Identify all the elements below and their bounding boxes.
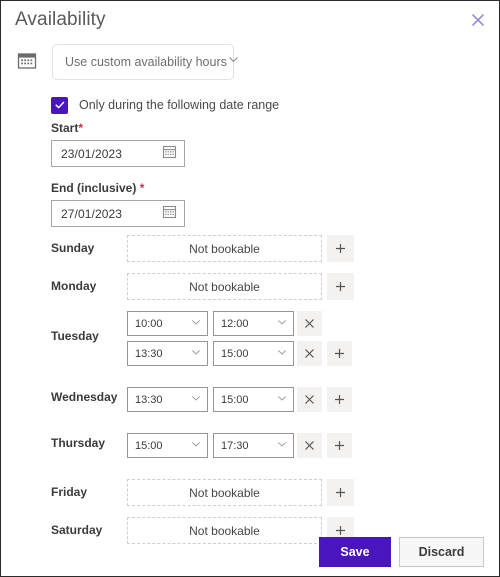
chevron-down-icon: [276, 437, 288, 455]
close-small-icon: [304, 318, 315, 329]
day-label-tuesday: Tuesday: [51, 329, 99, 343]
chevron-down-icon: [190, 437, 202, 455]
slot-start-time-select[interactable]: 15:00: [127, 433, 208, 458]
end-date-value: 27/01/2023: [61, 206, 123, 221]
plus-icon: [334, 486, 347, 499]
slot-start-time-value: 13:30: [135, 393, 163, 406]
day-row: Monday Not bookable: [1, 271, 499, 309]
availability-type-value: Use custom availability hours: [65, 55, 227, 69]
availability-type-row: Use custom availability hours: [1, 44, 499, 80]
plus-icon: [334, 280, 347, 293]
date-range-checkbox[interactable]: [51, 96, 68, 114]
day-row: Tuesday 10:00 12:00 13:30 15:00: [1, 309, 499, 377]
remove-time-slot-button[interactable]: [297, 387, 322, 412]
chevron-down-icon: [190, 345, 202, 363]
check-icon: [54, 101, 64, 109]
required-marker: *: [78, 121, 84, 135]
dialog-footer: Save Discard: [1, 529, 499, 576]
close-small-icon: [304, 394, 315, 405]
date-range-checkbox-label: Only during the following date range: [79, 98, 280, 112]
calendar-picker-icon[interactable]: [162, 144, 177, 164]
slot-start-time-value: 10:00: [135, 317, 163, 330]
not-bookable-placeholder: Not bookable: [127, 273, 322, 300]
start-date-input[interactable]: 23/01/2023: [51, 140, 185, 167]
availability-dialog: Availability Use custom availability hou…: [0, 0, 500, 577]
day-row: Wednesday 13:30 15:00: [1, 385, 499, 423]
slot-start-time-select[interactable]: 10:00: [127, 311, 208, 336]
slot-start-time-value: 15:00: [135, 439, 163, 452]
day-label-monday: Monday: [51, 279, 97, 293]
not-bookable-label: Not bookable: [189, 241, 260, 256]
calendar-icon: [16, 50, 38, 72]
day-label-sunday: Sunday: [51, 241, 95, 255]
day-row: Sunday Not bookable: [1, 233, 499, 271]
required-marker: *: [139, 181, 145, 195]
day-label-thursday: Thursday: [51, 436, 106, 450]
plus-icon: [334, 242, 347, 255]
slot-end-time-value: 17:30: [221, 439, 249, 452]
chevron-down-icon: [190, 315, 202, 333]
chevron-down-icon: [190, 391, 202, 409]
slot-start-time-value: 13:30: [135, 347, 163, 360]
slot-start-time-select[interactable]: 13:30: [127, 341, 208, 366]
add-time-slot-button[interactable]: [327, 479, 354, 506]
remove-time-slot-button[interactable]: [297, 433, 322, 458]
close-small-icon: [304, 440, 315, 451]
day-label-friday: Friday: [51, 485, 88, 499]
add-time-slot-button[interactable]: [327, 273, 354, 300]
start-date-value: 23/01/2023: [61, 146, 123, 161]
calendar-picker-icon[interactable]: [162, 204, 177, 224]
end-date-input[interactable]: 27/01/2023: [51, 200, 185, 227]
remove-time-slot-button[interactable]: [297, 341, 322, 366]
slot-start-time-select[interactable]: 13:30: [127, 387, 208, 412]
start-date-label: Start*: [51, 121, 84, 135]
day-label-wednesday: Wednesday: [51, 390, 118, 404]
add-time-slot-button[interactable]: [327, 433, 352, 458]
add-time-slot-button[interactable]: [327, 341, 352, 366]
close-small-icon: [304, 348, 315, 359]
chevron-down-icon: [276, 391, 288, 409]
slot-end-time-value: 12:00: [221, 317, 249, 330]
slot-end-time-select[interactable]: 12:00: [213, 311, 294, 336]
chevron-down-icon: [276, 315, 288, 333]
not-bookable-placeholder: Not bookable: [127, 479, 322, 506]
slot-end-time-select[interactable]: 15:00: [213, 387, 294, 412]
day-row: Thursday 15:00 17:30: [1, 431, 499, 469]
add-time-slot-button[interactable]: [327, 387, 352, 412]
availability-type-select[interactable]: Use custom availability hours: [52, 44, 238, 80]
not-bookable-placeholder: Not bookable: [127, 235, 322, 262]
chevron-down-icon: [227, 53, 240, 71]
plus-icon: [333, 393, 346, 406]
slot-end-time-select[interactable]: 15:00: [213, 341, 294, 366]
not-bookable-label: Not bookable: [189, 485, 260, 500]
not-bookable-label: Not bookable: [189, 279, 260, 294]
plus-icon: [333, 439, 346, 452]
discard-button[interactable]: Discard: [399, 537, 484, 567]
end-date-label: End (inclusive) *: [51, 181, 145, 195]
date-range-checkbox-row: Only during the following date range: [51, 95, 279, 115]
slot-end-time-select[interactable]: 17:30: [213, 433, 294, 458]
chevron-down-icon: [276, 345, 288, 363]
save-button[interactable]: Save: [319, 537, 391, 567]
plus-icon: [333, 347, 346, 360]
close-button[interactable]: [465, 7, 491, 33]
close-icon: [471, 13, 485, 27]
day-row: Friday Not bookable: [1, 477, 499, 515]
slot-end-time-value: 15:00: [221, 393, 249, 406]
remove-time-slot-button[interactable]: [297, 311, 322, 336]
slot-end-time-value: 15:00: [221, 347, 249, 360]
add-time-slot-button[interactable]: [327, 235, 354, 262]
page-title: Availability: [15, 9, 106, 30]
